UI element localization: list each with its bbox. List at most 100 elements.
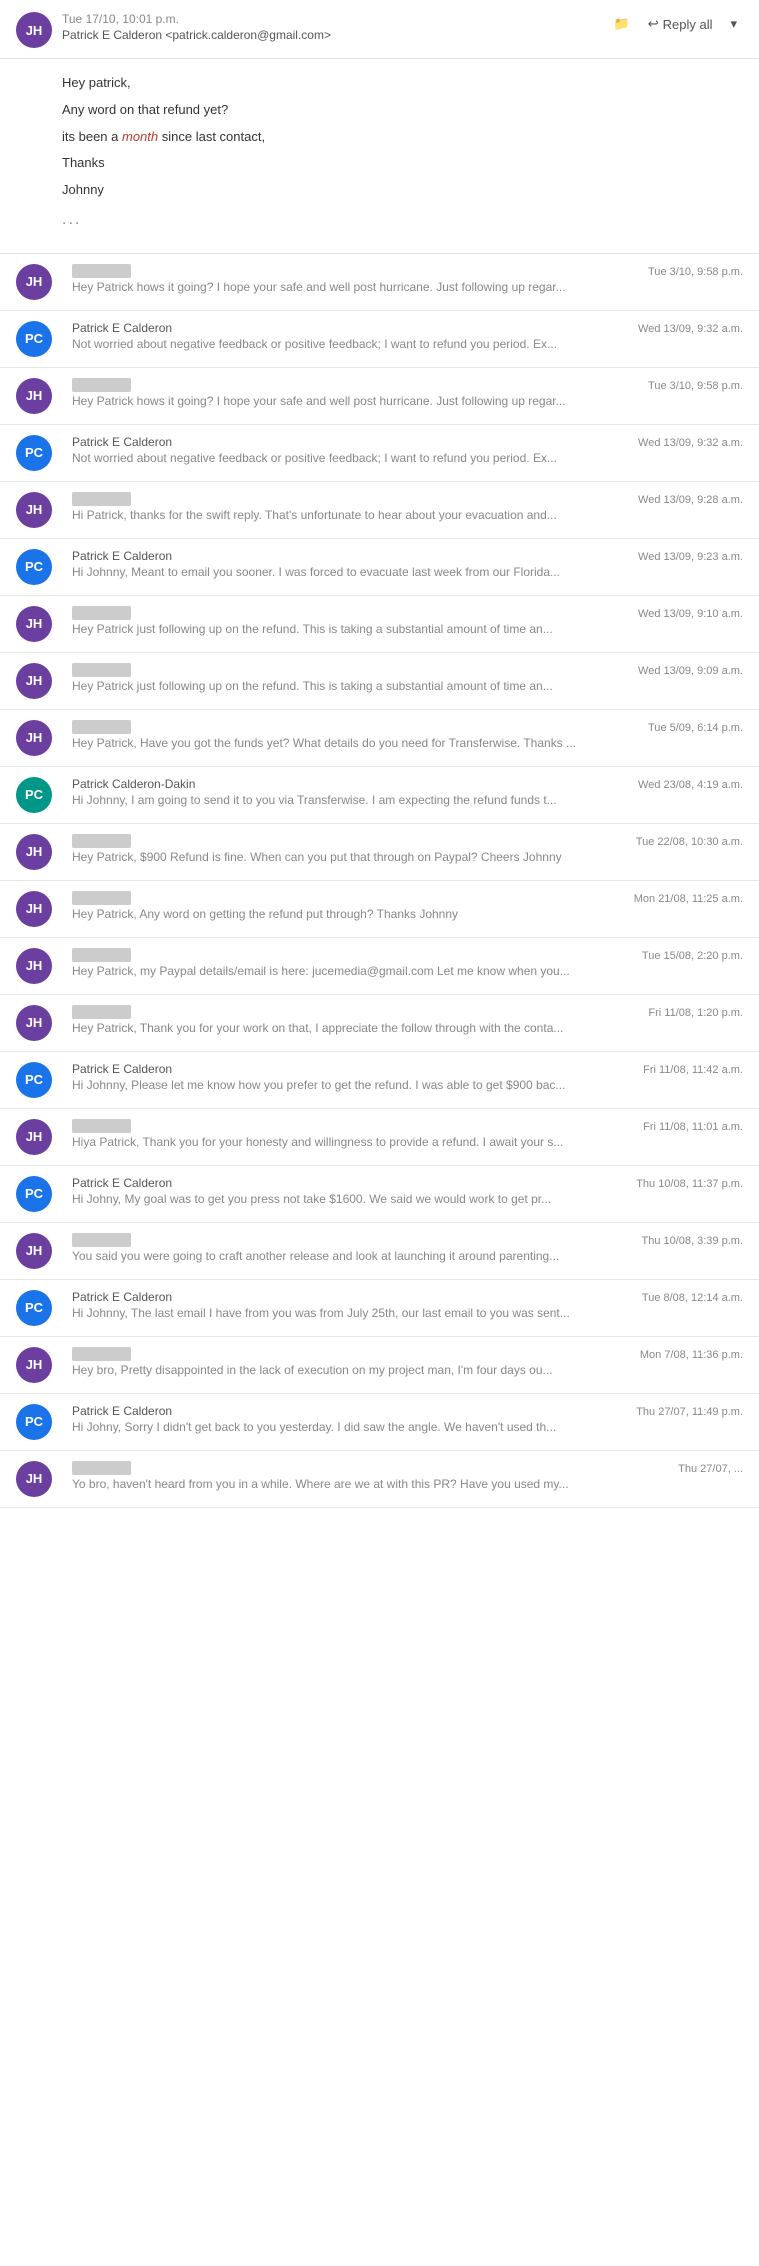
- more-options-button[interactable]: ▾: [724, 12, 743, 36]
- thread-time: Wed 13/09, 9:32 a.m.: [638, 321, 743, 335]
- thread-item[interactable]: JH Johnny H You said you were going to c…: [0, 1223, 759, 1280]
- thread-time: Wed 23/08, 4:19 a.m.: [638, 777, 743, 791]
- body-line3-highlight: month: [122, 129, 158, 144]
- thread-item[interactable]: PC Patrick E Calderon Not worried about …: [0, 425, 759, 482]
- thread-item[interactable]: JH Johnny H Yo bro, haven't heard from y…: [0, 1451, 759, 1508]
- thread-time: Tue 3/10, 9:58 p.m.: [648, 378, 743, 392]
- thread-sender: Patrick E Calderon: [72, 1176, 626, 1190]
- thread-item[interactable]: JH Johnny H Hey Patrick just following u…: [0, 653, 759, 710]
- thread-item[interactable]: JH Johnny H Hey Patrick hows it going? I…: [0, 368, 759, 425]
- body-line2: Any word on that refund yet?: [62, 100, 697, 121]
- body-line3-prefix: its been a: [62, 129, 122, 144]
- thread-sender: Johnny H: [72, 1461, 668, 1475]
- thread-sender: Johnny H: [72, 606, 628, 620]
- thread-content: Patrick E Calderon Hi Johnny, Please let…: [72, 1062, 633, 1092]
- thread-preview: Hey Patrick, my Paypal details/email is …: [72, 964, 632, 978]
- reply-icon: ↩: [648, 16, 659, 32]
- thread-item[interactable]: JH Johnny H Hey Patrick, Any word on get…: [0, 881, 759, 938]
- thread-content: Patrick Calderon-Dakin Hi Johnny, I am g…: [72, 777, 628, 807]
- thread-item[interactable]: PC Patrick E Calderon Hi Johnny, The las…: [0, 1280, 759, 1337]
- avatar: PC: [16, 1062, 52, 1098]
- thread-sender: Patrick E Calderon: [72, 1290, 632, 1304]
- thread-preview: You said you were going to craft another…: [72, 1249, 631, 1263]
- thread-preview: Hey Patrick just following up on the ref…: [72, 679, 628, 693]
- thread-item[interactable]: JH Johnny H Hey Patrick, $900 Refund is …: [0, 824, 759, 881]
- chevron-down-icon: ▾: [730, 16, 737, 32]
- thread-preview: Hey Patrick just following up on the ref…: [72, 622, 628, 636]
- avatar: JH: [16, 1461, 52, 1497]
- avatar: JH: [16, 1347, 52, 1383]
- thread-item[interactable]: PC Patrick E Calderon Hi Johnny, Please …: [0, 1052, 759, 1109]
- thread-item[interactable]: PC Patrick E Calderon Not worried about …: [0, 311, 759, 368]
- thread-sender: Patrick E Calderon: [72, 549, 628, 563]
- avatar: JH: [16, 663, 52, 699]
- avatar: JH: [16, 264, 52, 300]
- thread-sender: Johnny H: [72, 720, 638, 734]
- thread-item[interactable]: JH Johnny H Hi Patrick, thanks for the s…: [0, 482, 759, 539]
- thread-sender: Johnny H: [72, 1233, 631, 1247]
- thread-item[interactable]: JH Johnny H Hey Patrick, Have you got th…: [0, 710, 759, 767]
- email-actions: 📁 ↩ Reply all ▾: [608, 12, 743, 36]
- thread-time: Fri 11/08, 11:01 a.m.: [643, 1119, 743, 1133]
- thread-sender: Patrick E Calderon: [72, 1062, 633, 1076]
- thread-preview: Hey bro, Pretty disappointed in the lack…: [72, 1363, 630, 1377]
- avatar: JH: [16, 948, 52, 984]
- thread-content: Johnny H Hey Patrick hows it going? I ho…: [72, 264, 638, 294]
- thread-item[interactable]: JH Johnny H Hey bro, Pretty disappointed…: [0, 1337, 759, 1394]
- avatar: JH: [16, 1233, 52, 1269]
- thread-preview: Hiya Patrick, Thank you for your honesty…: [72, 1135, 633, 1149]
- thread-sender: Johnny H: [72, 264, 638, 278]
- avatar: PC: [16, 321, 52, 357]
- email-body: Hey patrick, Any word on that refund yet…: [0, 59, 759, 254]
- thread-item[interactable]: JH Johnny H Hey Patrick, Thank you for y…: [0, 995, 759, 1052]
- thread-content: Patrick E Calderon Hi Johny, Sorry I did…: [72, 1404, 626, 1434]
- archive-button[interactable]: 📁: [608, 12, 636, 36]
- thread-item[interactable]: PC Patrick E Calderon Hi Johny, My goal …: [0, 1166, 759, 1223]
- thread-content: Johnny H Hey Patrick just following up o…: [72, 663, 628, 693]
- thread-time: Thu 10/08, 3:39 p.m.: [641, 1233, 743, 1247]
- thread-content: Johnny H Hey Patrick, Thank you for your…: [72, 1005, 638, 1035]
- thread-time: Wed 13/09, 9:09 a.m.: [638, 663, 743, 677]
- thread-content: Johnny H Hey Patrick, $900 Refund is fin…: [72, 834, 626, 864]
- thread-time: Tue 3/10, 9:58 p.m.: [648, 264, 743, 278]
- thread-preview: Hi Patrick, thanks for the swift reply. …: [72, 508, 628, 522]
- thread-time: Thu 27/07, 11:49 p.m.: [636, 1404, 743, 1418]
- thread-preview: Hi Johny, My goal was to get you press n…: [72, 1192, 626, 1206]
- avatar: PC: [16, 435, 52, 471]
- thread-item[interactable]: PC Patrick E Calderon Hi Johny, Sorry I …: [0, 1394, 759, 1451]
- thread-preview: Not worried about negative feedback or p…: [72, 337, 628, 351]
- thread-time: Tue 15/08, 2:20 p.m.: [642, 948, 743, 962]
- thread-sender: Patrick E Calderon: [72, 321, 628, 335]
- thread-time: Mon 7/08, 11:36 p.m.: [640, 1347, 743, 1361]
- thread-preview: Yo bro, haven't heard from you in a whil…: [72, 1477, 668, 1491]
- thread-content: Patrick E Calderon Hi Johnny, Meant to e…: [72, 549, 628, 579]
- thread-time: Thu 10/08, 11:37 p.m.: [636, 1176, 743, 1190]
- avatar: JH: [16, 12, 52, 48]
- body-line1: Hey patrick,: [62, 73, 697, 94]
- thread-item[interactable]: JH Johnny H Hiya Patrick, Thank you for …: [0, 1109, 759, 1166]
- thread-sender: Johnny H: [72, 1005, 638, 1019]
- thread-preview: Hey Patrick, $900 Refund is fine. When c…: [72, 850, 626, 864]
- thread-sender: Johnny H: [72, 891, 624, 905]
- thread-time: Wed 13/09, 9:23 a.m.: [638, 549, 743, 563]
- thread-sender: Johnny H: [72, 378, 638, 392]
- avatar: JH: [16, 891, 52, 927]
- avatar: JH: [16, 606, 52, 642]
- thread-item[interactable]: PC Patrick Calderon-Dakin Hi Johnny, I a…: [0, 767, 759, 824]
- thread-time: Wed 13/09, 9:10 a.m.: [638, 606, 743, 620]
- avatar: PC: [16, 549, 52, 585]
- thread-time: Tue 8/08, 12:14 a.m.: [642, 1290, 743, 1304]
- thread-preview: Not worried about negative feedback or p…: [72, 451, 628, 465]
- thread-item[interactable]: JH Johnny H Hey Patrick hows it going? I…: [0, 254, 759, 311]
- thread-item[interactable]: PC Patrick E Calderon Hi Johnny, Meant t…: [0, 539, 759, 596]
- thread-time: Mon 21/08, 11:25 a.m.: [634, 891, 743, 905]
- thread-item[interactable]: JH Johnny H Hey Patrick, my Paypal detai…: [0, 938, 759, 995]
- reply-all-button[interactable]: ↩ Reply all: [642, 12, 719, 36]
- thread-time: Thu 27/07, ...: [678, 1461, 743, 1475]
- thread-preview: Hi Johny, Sorry I didn't get back to you…: [72, 1420, 626, 1434]
- thread-content: Johnny H Hey Patrick, Have you got the f…: [72, 720, 638, 750]
- thread-content: Johnny H Hey bro, Pretty disappointed in…: [72, 1347, 630, 1377]
- email-sender: Patrick E Calderon <patrick.calderon@gma…: [62, 28, 608, 42]
- thread-item[interactable]: JH Johnny H Hey Patrick just following u…: [0, 596, 759, 653]
- thread-sender: Johnny H: [72, 948, 632, 962]
